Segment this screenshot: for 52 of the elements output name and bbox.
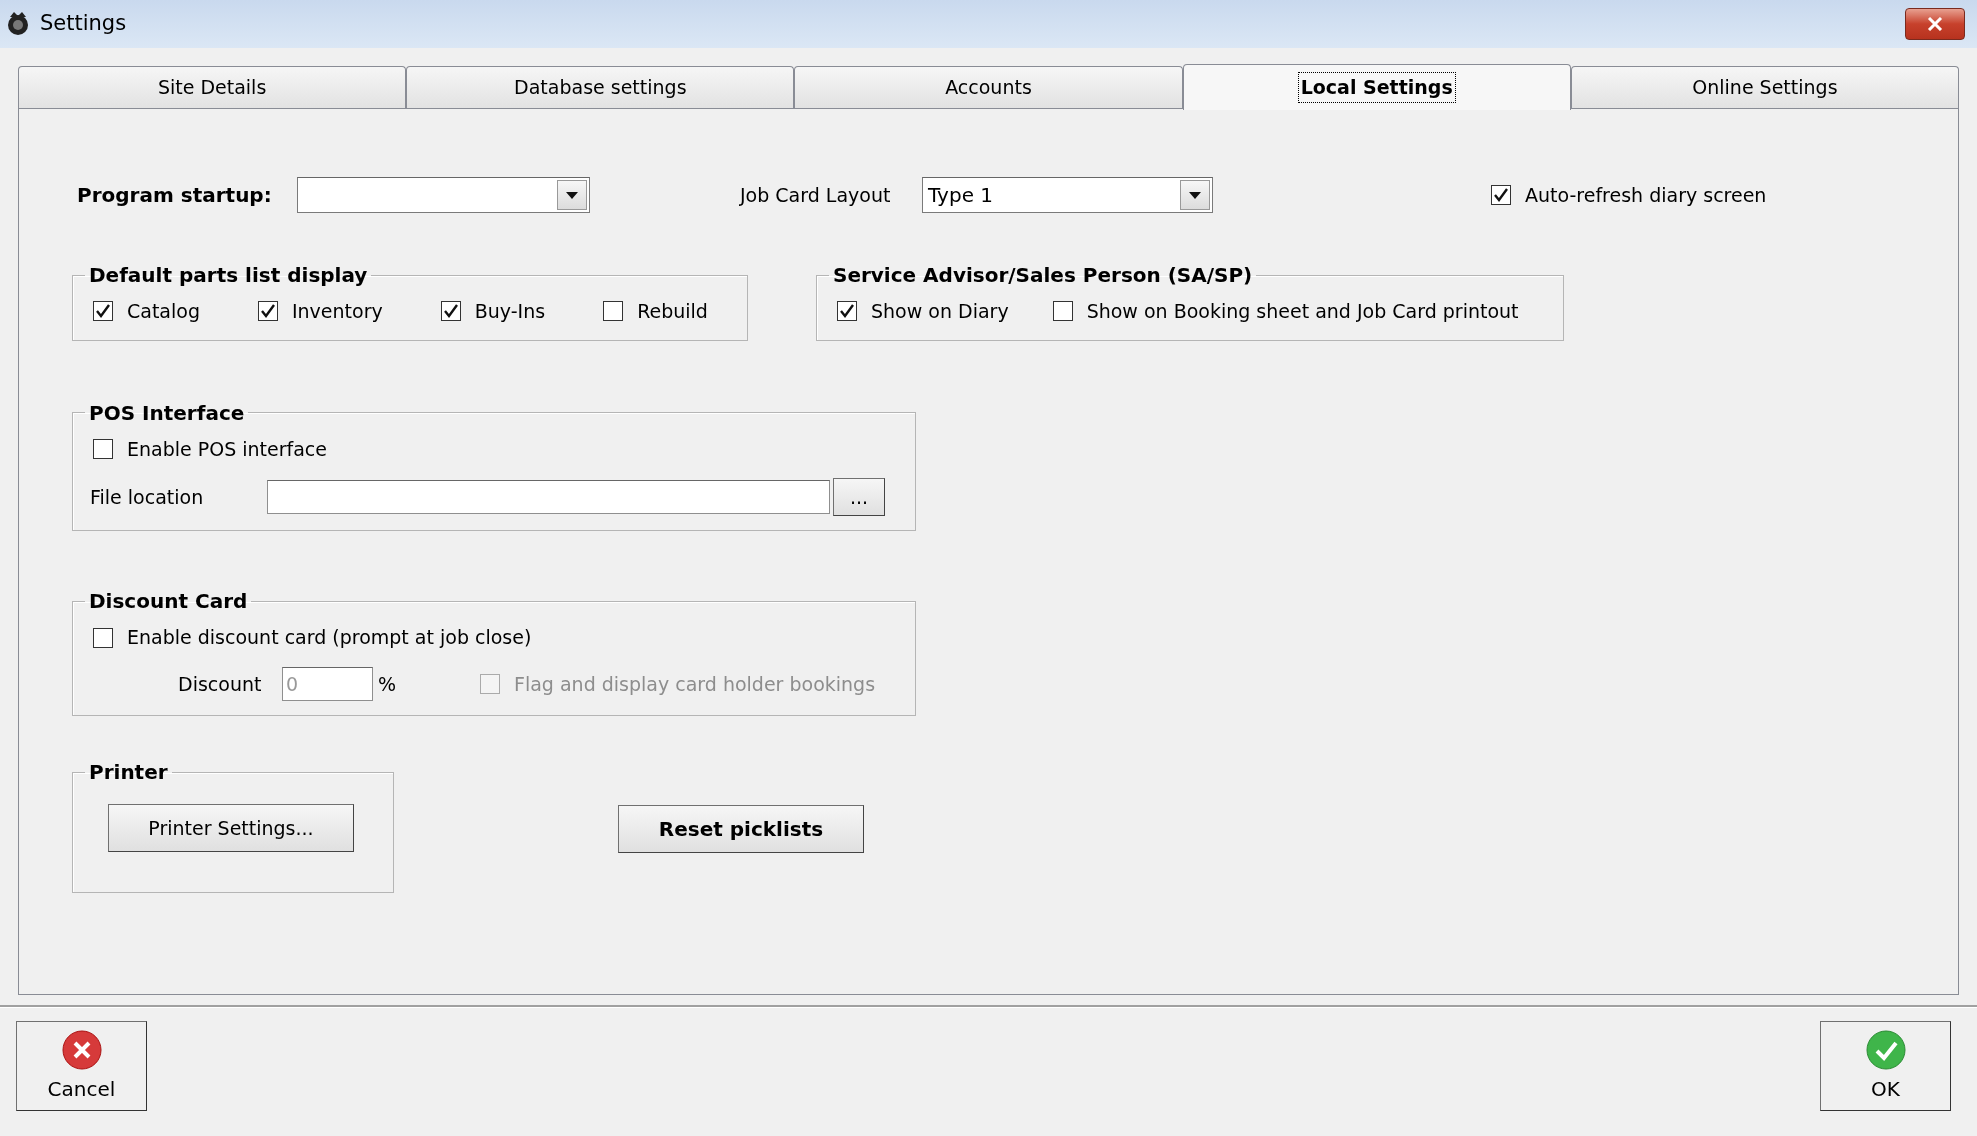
tab[interactable]: Local Settings <box>1182 64 1571 110</box>
group-title: Default parts list display <box>88 263 369 287</box>
dropdown[interactable] <box>297 177 590 213</box>
checkbox-option[interactable]: Show on Booking sheet and Job Card printout <box>1052 297 1519 326</box>
ok-button[interactable]: OK <box>1820 1021 1951 1111</box>
checkbox-option[interactable]: Buy-Ins <box>440 297 546 326</box>
checkbox[interactable] <box>93 301 113 322</box>
close-icon <box>1927 17 1943 31</box>
checkbox[interactable] <box>93 438 113 459</box>
tab[interactable]: Site Details <box>18 66 407 108</box>
checkbox-option[interactable]: Enable POS interface <box>93 434 327 463</box>
group-title: Service Advisor/Sales Person (SA/SP) <box>832 263 1254 287</box>
tab[interactable]: Database settings <box>406 66 795 108</box>
group-title: Discount Card <box>88 589 249 614</box>
printer-settings-button[interactable]: Printer Settings... <box>108 804 354 852</box>
field-label: Discount <box>178 671 263 697</box>
checkbox-option[interactable]: Show on Diary <box>837 297 1009 326</box>
group-title: Printer <box>88 760 169 784</box>
cancel-button[interactable]: Cancel <box>16 1021 147 1111</box>
tab[interactable]: Accounts <box>794 66 1183 108</box>
field-label: File location <box>90 485 205 510</box>
tab[interactable]: Online Settings <box>1570 66 1959 108</box>
ok-icon <box>1865 1030 1906 1070</box>
checkbox[interactable] <box>837 301 857 322</box>
field-label: Job Card Layout <box>740 182 892 208</box>
field-label: Program startup: <box>77 182 273 209</box>
window-title: Settings <box>40 10 127 38</box>
checkbox-option[interactable]: Rebuild <box>603 297 708 326</box>
checkbox-option[interactable]: Enable discount card (prompt at job close) <box>93 623 532 652</box>
caret-icon <box>1189 191 1201 199</box>
dropdown[interactable]: Type 1 <box>922 177 1213 213</box>
checkbox[interactable] <box>257 301 278 322</box>
reset-picklists-button[interactable]: Reset picklists <box>618 805 864 853</box>
checkbox[interactable] <box>603 301 624 322</box>
checkbox[interactable] <box>1052 301 1073 322</box>
unit-label: % <box>378 671 398 697</box>
dropdown-button[interactable] <box>557 180 587 210</box>
app-icon <box>6 11 30 37</box>
browse-button[interactable]: ... <box>833 478 885 517</box>
selected-value: Type 1 <box>928 182 995 209</box>
checkbox-option[interactable]: Inventory <box>257 297 383 326</box>
checkbox-option[interactable]: Catalog <box>93 297 200 326</box>
close-button[interactable] <box>1905 8 1965 40</box>
dropdown-button[interactable] <box>1180 180 1210 210</box>
checkbox[interactable] <box>93 627 113 648</box>
file-location-field[interactable] <box>267 480 830 515</box>
cancel-icon <box>61 1030 102 1070</box>
checkbox[interactable] <box>1491 185 1511 205</box>
checkbox-option[interactable]: Auto-refresh diary screen <box>1491 180 1767 210</box>
group-title: POS Interface <box>88 400 246 425</box>
caret-icon <box>566 191 578 199</box>
checkbox[interactable] <box>440 301 461 322</box>
